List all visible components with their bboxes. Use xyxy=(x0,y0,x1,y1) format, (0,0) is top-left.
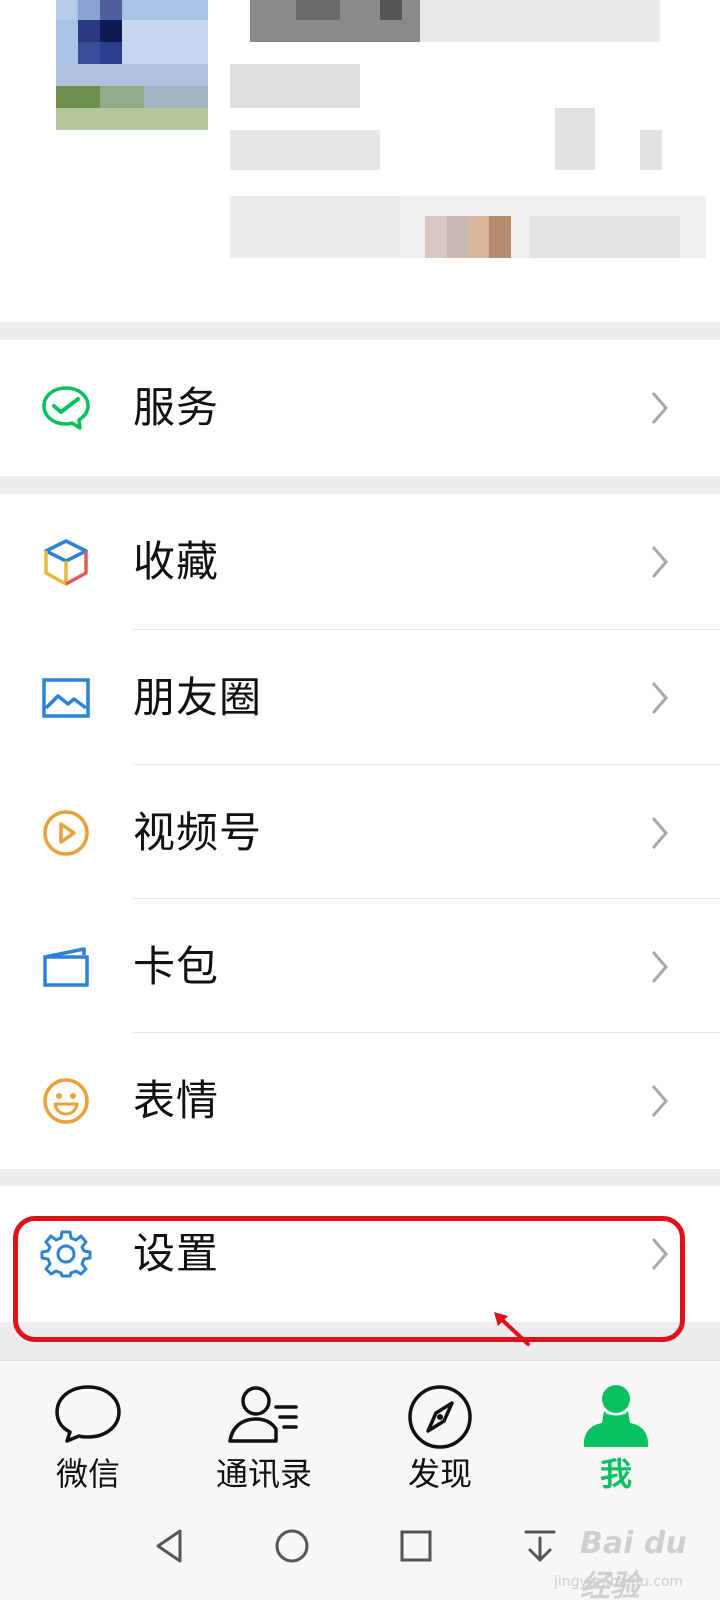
chevron-right-icon xyxy=(651,546,668,578)
image-icon xyxy=(42,678,90,718)
menu-item-label: 收藏 xyxy=(133,537,220,586)
section-gap xyxy=(0,476,720,494)
play-circle-icon xyxy=(43,810,89,856)
tab-label: 通讯录 xyxy=(215,1455,312,1493)
tab-label: 发现 xyxy=(407,1455,472,1493)
settings-highlight-box xyxy=(13,1216,685,1342)
tab-label: 微信 xyxy=(55,1455,120,1493)
smiley-icon xyxy=(43,1078,89,1124)
back-triangle-icon[interactable] xyxy=(150,1526,190,1566)
cube-icon xyxy=(44,539,88,586)
menu-item-cards[interactable]: 卡包 xyxy=(0,899,720,1035)
contacts-icon xyxy=(228,1386,298,1443)
bottom-tab-bar: 微信 通讯录 发现 我 xyxy=(0,1360,720,1496)
chevron-right-icon xyxy=(651,951,668,983)
chevron-right-icon xyxy=(651,392,668,424)
menu-item-label: 视频号 xyxy=(133,808,263,857)
chevron-right-icon xyxy=(651,817,668,849)
chat-bubble-icon xyxy=(55,1385,121,1443)
menu-item-label: 服务 xyxy=(133,383,220,432)
tab-chats[interactable]: 微信 xyxy=(8,1361,168,1497)
menu-item-label: 朋友圈 xyxy=(133,673,263,722)
service-icon xyxy=(42,386,90,430)
menu-item-favorites[interactable]: 收藏 xyxy=(0,494,720,630)
home-circle-icon[interactable] xyxy=(272,1526,312,1566)
tab-me[interactable]: 我 xyxy=(536,1361,696,1497)
menu-item-channels[interactable]: 视频号 xyxy=(0,765,720,901)
compass-icon xyxy=(408,1385,472,1449)
tab-label: 我 xyxy=(599,1455,632,1493)
avatar[interactable] xyxy=(56,0,208,130)
chevron-right-icon xyxy=(651,1085,668,1117)
baidu-jingyan-watermark: Bai du 经验 jingyan.baidu.com xyxy=(540,1508,700,1600)
menu-item-label: 表情 xyxy=(133,1076,220,1125)
recents-square-icon[interactable] xyxy=(396,1526,436,1566)
watermark-url: jingyan.baidu.com xyxy=(554,1574,684,1590)
section-gap xyxy=(0,1166,720,1186)
menu-item-service[interactable]: 服务 xyxy=(0,340,720,476)
profile-header[interactable] xyxy=(0,0,720,322)
menu-item-label: 卡包 xyxy=(133,942,220,991)
card-wallet-icon xyxy=(43,947,89,987)
tab-discover[interactable]: 发现 xyxy=(360,1361,520,1497)
person-icon xyxy=(584,1385,648,1447)
chevron-right-icon xyxy=(651,682,668,714)
menu-item-stickers[interactable]: 表情 xyxy=(0,1033,720,1169)
section-gap xyxy=(0,322,720,340)
menu-item-moments[interactable]: 朋友圈 xyxy=(0,630,720,766)
tab-contacts[interactable]: 通讯录 xyxy=(184,1361,344,1497)
